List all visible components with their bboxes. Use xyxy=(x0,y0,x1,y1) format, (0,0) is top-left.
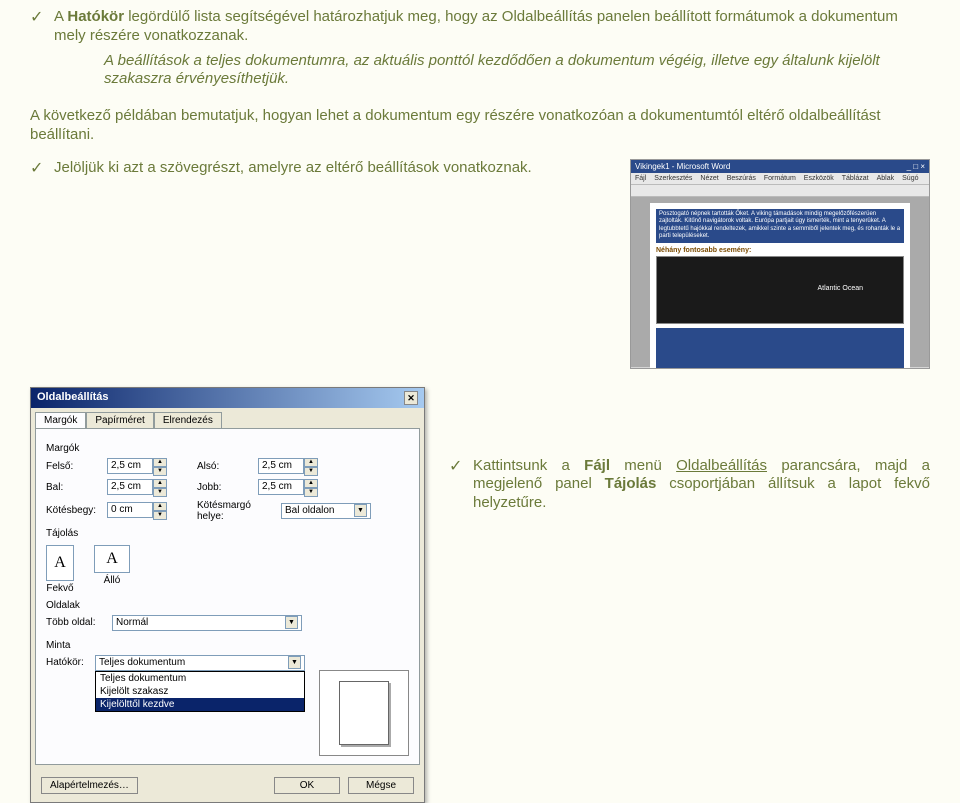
word-titlebar: Vikingek1 - Microsoft Word_ □ × xyxy=(631,160,929,173)
bullet-file-menu: ✓ Kattintsunk a Fájl menü Oldalbeállítás… xyxy=(449,457,930,513)
ok-button[interactable]: OK xyxy=(274,777,340,794)
label-tobb-oldal: Több oldal: xyxy=(46,617,106,628)
dropdown-item-selected[interactable]: Kijelölttől kezdve xyxy=(96,698,304,711)
cancel-button[interactable]: Mégse xyxy=(348,777,414,794)
portrait-icon: A xyxy=(46,545,74,581)
default-button[interactable]: Alapértelmezés… xyxy=(41,777,138,794)
dropdown-item[interactable]: Teljes dokumentum xyxy=(96,672,304,685)
word-selection-1: Posztogató népnek tartották Őket. A viki… xyxy=(656,209,904,243)
group-oldalak: Oldalak xyxy=(46,600,409,611)
bullet-text-1: A Hatókör legördülő lista segítségével h… xyxy=(54,8,930,46)
bullet-text-4: Kattintsunk a Fájl menü Oldalbeállítás p… xyxy=(473,457,930,513)
orient-portrait[interactable]: A Fekvő xyxy=(46,545,74,594)
label-kotesmargo: Kötésmargó helye: xyxy=(197,500,275,522)
example-para: A következő példában bemutatjuk, hogyan … xyxy=(30,107,930,145)
check-icon: ✓ xyxy=(30,159,54,178)
label-hatokor: Hatókör: xyxy=(46,657,91,668)
combo-tobb-oldal[interactable]: Normál▼ xyxy=(112,615,302,631)
combo-hatokor[interactable]: Teljes dokumentum▼ xyxy=(95,655,305,671)
word-menubar: FájlSzerkesztésNézetBeszúrásFormátumEszk… xyxy=(631,173,929,185)
page-preview-icon xyxy=(339,681,389,745)
landscape-icon: A xyxy=(94,545,130,573)
group-minta: Minta xyxy=(46,640,305,651)
word-screenshot: Vikingek1 - Microsoft Word_ □ × FájlSzer… xyxy=(630,159,930,369)
preview-pane xyxy=(319,670,409,756)
spin-felso[interactable]: ▲▼ xyxy=(107,458,167,476)
label-bal: Bal: xyxy=(46,482,101,493)
check-icon: ✓ xyxy=(449,457,473,513)
dialog-tabs: Margók Papírméret Elrendezés xyxy=(31,408,424,428)
page-setup-dialog: Oldalbeállítás ✕ Margók Papírméret Elren… xyxy=(30,387,425,803)
label-jobb: Jobb: xyxy=(197,482,252,493)
word-map-image: Atlantic Ocean xyxy=(656,256,904,324)
label-koteshegy: Kötésbegy: xyxy=(46,505,101,516)
spin-also[interactable]: ▲▼ xyxy=(258,458,318,476)
word-selection-2 xyxy=(656,328,904,368)
group-margok: Margók xyxy=(46,443,409,454)
word-heading: Néhány fontosabb esemény: xyxy=(656,247,904,254)
dropdown-item[interactable]: Kijelölt szakasz xyxy=(96,685,304,698)
bullet-italic: A beállítások a teljes dokumentumra, az … xyxy=(30,52,930,90)
check-icon: ✓ xyxy=(30,8,54,46)
dialog-titlebar: Oldalbeállítás ✕ xyxy=(31,388,424,408)
spin-jobb[interactable]: ▲▼ xyxy=(258,479,318,497)
bullet-text-3: Jelöljük ki azt a szövegrészt, amelyre a… xyxy=(54,159,614,178)
bullet-select-text: ✓ Jelöljük ki azt a szövegrészt, amelyre… xyxy=(30,159,614,178)
close-icon[interactable]: ✕ xyxy=(404,391,418,405)
label-felso: Felső: xyxy=(46,461,101,472)
spin-koteshegy[interactable]: ▲▼ xyxy=(107,502,167,520)
word-toolbar xyxy=(631,185,929,197)
bullet-text-2: A beállítások a teljes dokumentumra, az … xyxy=(54,52,930,90)
bullet-hatokor: ✓ A Hatókör legördülő lista segítségével… xyxy=(30,8,930,46)
spin-bal[interactable]: ▲▼ xyxy=(107,479,167,497)
tab-papirmeret[interactable]: Papírméret xyxy=(86,412,153,428)
tab-elrendezes[interactable]: Elrendezés xyxy=(154,412,222,428)
orient-landscape[interactable]: A Álló xyxy=(94,545,130,594)
tab-margok[interactable]: Margók xyxy=(35,412,86,428)
hatokor-dropdown[interactable]: Teljes dokumentum Kijelölt szakasz Kijel… xyxy=(95,671,305,712)
combo-kotesmargo[interactable]: Bal oldalon▼ xyxy=(281,503,371,519)
label-also: Alsó: xyxy=(197,461,252,472)
group-tajolas: Tájolás xyxy=(46,528,409,539)
